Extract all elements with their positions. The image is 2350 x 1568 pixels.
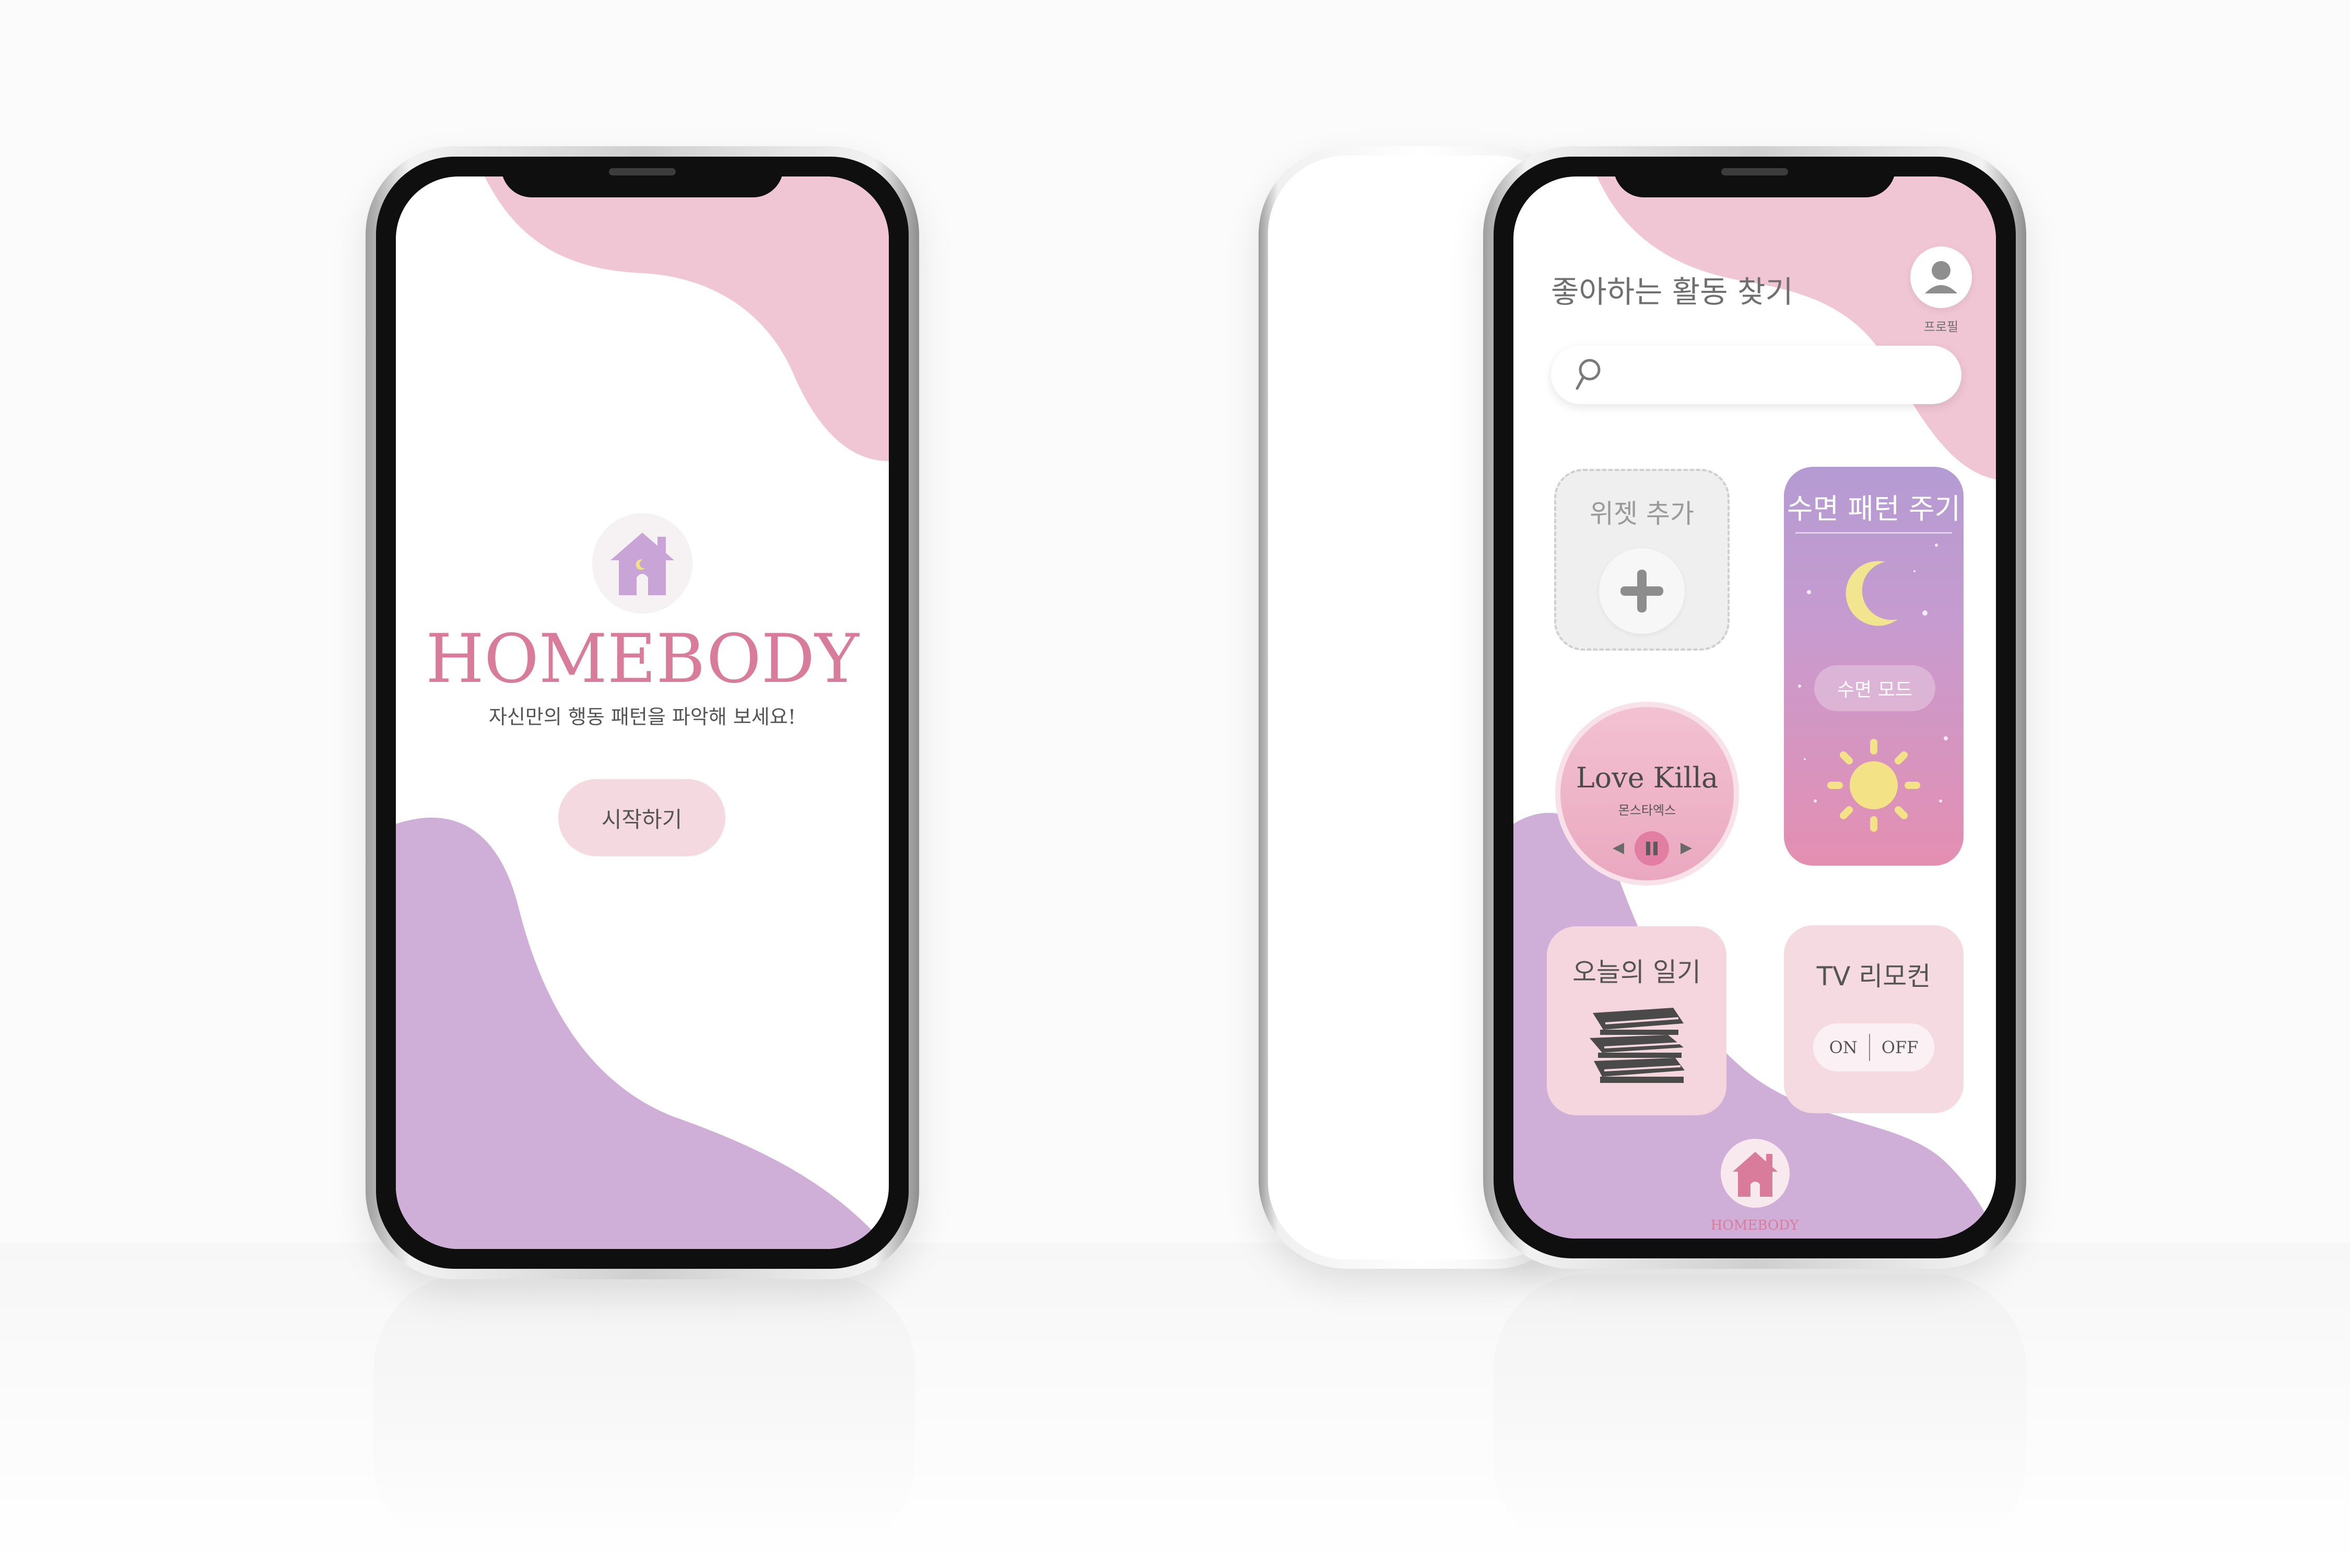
phone-splash: HOMEBODY 자신만의 행동 패턴을 파악해 보세요! 시작하기 (366, 146, 919, 1279)
splash-screen: HOMEBODY 자신만의 행동 패턴을 파악해 보세요! 시작하기 (396, 176, 889, 1249)
phone-home: 좋아하는 활동 찾기 프로필 위젯 추가 수면 패턴 주기 수면 모드 Love… (1483, 146, 2026, 1269)
phone-bezel: 좋아하는 활동 찾기 프로필 위젯 추가 수면 패턴 주기 수면 모드 Love… (1494, 157, 2016, 1258)
books-icon (1590, 1008, 1685, 1083)
tv-title: TV 리모컨 (1816, 961, 1931, 992)
phone-reflection-right (1494, 1274, 2026, 1556)
house-moon-icon (592, 513, 692, 614)
plus-button[interactable] (1599, 548, 1685, 634)
music-player-widget[interactable]: Love Killa 몬스타엑스 (1555, 702, 1739, 886)
toggle-separator (1869, 1034, 1870, 1061)
home-logo-icon[interactable] (1718, 1136, 1792, 1210)
phone-notch (501, 157, 783, 197)
profile-button[interactable] (1910, 246, 1972, 308)
search-icon (1576, 359, 1601, 390)
sleep-pattern-widget[interactable]: 수면 패턴 주기 수면 모드 (1784, 467, 1964, 866)
tagline: 자신만의 행동 패턴을 파악해 보세요! (489, 705, 796, 728)
moon-icon (1846, 561, 1898, 626)
home-screen: 좋아하는 활동 찾기 프로필 위젯 추가 수면 패턴 주기 수면 모드 Love… (1513, 176, 1996, 1239)
sun-icon (1827, 739, 1920, 832)
phone-reflection-left (374, 1274, 915, 1556)
sleep-mode-button[interactable]: 수면 모드 (1814, 665, 1935, 711)
previous-icon[interactable] (1611, 841, 1626, 856)
bottom-brand: HOMEBODY (1710, 1218, 1799, 1233)
tv-power-toggle[interactable]: ON OFF (1813, 1023, 1934, 1071)
tv-on-option[interactable]: ON (1829, 1038, 1858, 1057)
diary-widget[interactable]: 오늘의 일기 (1547, 926, 1726, 1115)
speaker-grille (1721, 168, 1788, 175)
widget-add-title: 위젯 추가 (1590, 499, 1694, 529)
add-widget-button[interactable]: 위젯 추가 (1554, 469, 1730, 651)
pause-button[interactable] (1635, 831, 1669, 866)
profile-label: 프로필 (1923, 320, 1959, 334)
user-icon (1925, 261, 1957, 293)
phone-bezel: HOMEBODY 자신만의 행동 패턴을 파악해 보세요! 시작하기 (376, 157, 909, 1269)
phone-notch (1614, 157, 1896, 197)
song-artist: 몬스타엑스 (1618, 803, 1676, 818)
next-icon[interactable] (1678, 841, 1694, 856)
start-button[interactable]: 시작하기 (558, 779, 725, 856)
purple-blob (396, 817, 889, 1249)
search-input[interactable] (1551, 346, 1961, 404)
diary-title: 오늘의 일기 (1572, 957, 1701, 987)
tv-remote-widget[interactable]: TV 리모컨 ON OFF (1784, 925, 1964, 1113)
plus-icon (1620, 570, 1663, 612)
tv-off-option[interactable]: OFF (1882, 1038, 1919, 1057)
pause-icon (1646, 842, 1658, 855)
song-title: Love Killa (1576, 761, 1719, 794)
brand-title: HOMEBODY (426, 620, 859, 698)
speaker-grille (609, 168, 676, 175)
pink-blob (485, 176, 889, 461)
page-title: 좋아하는 활동 찾기 (1551, 274, 1793, 310)
